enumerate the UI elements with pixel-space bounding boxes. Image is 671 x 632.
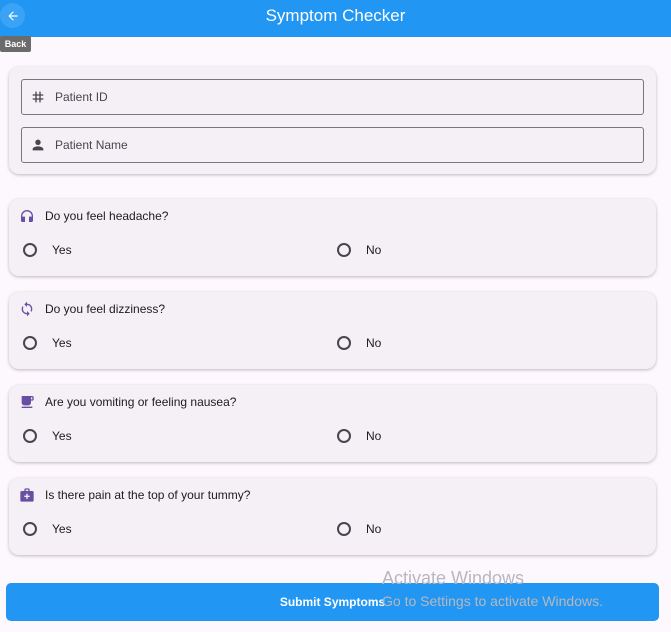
- no-radio[interactable]: [337, 522, 351, 536]
- medical-bag-icon: [19, 487, 35, 503]
- sync-icon: [19, 301, 35, 317]
- question-card-dizziness: Do you feel dizziness? Yes No: [9, 292, 656, 369]
- no-option[interactable]: No: [337, 336, 381, 350]
- patient-info-card: Patient ID Patient Name: [9, 67, 656, 174]
- question-text: Do you feel dizziness?: [45, 302, 166, 316]
- no-radio[interactable]: [337, 336, 351, 350]
- no-label: No: [366, 336, 382, 350]
- yes-option[interactable]: Yes: [23, 243, 72, 257]
- no-option[interactable]: No: [337, 522, 381, 536]
- no-label: No: [366, 243, 382, 257]
- yes-radio[interactable]: [23, 336, 37, 350]
- patient-name-field[interactable]: Patient Name: [21, 127, 644, 163]
- page-title: Symptom Checker: [265, 6, 406, 25]
- headphones-icon: [19, 208, 35, 224]
- yes-radio[interactable]: [23, 522, 37, 536]
- back-tooltip: Back: [0, 36, 31, 52]
- question-text: Is there pain at the top of your tummy?: [45, 488, 251, 502]
- no-radio[interactable]: [337, 243, 351, 257]
- yes-label: Yes: [52, 243, 72, 257]
- app-bar: Symptom Checker: [0, 0, 671, 37]
- patient-id-field[interactable]: Patient ID: [21, 79, 644, 115]
- yes-radio[interactable]: [23, 243, 37, 257]
- yes-option[interactable]: Yes: [23, 429, 72, 443]
- yes-label: Yes: [52, 522, 72, 536]
- yes-label: Yes: [52, 429, 72, 443]
- question-card-headache: Do you feel headache? Yes No: [9, 199, 656, 276]
- no-radio[interactable]: [337, 429, 351, 443]
- hash-icon: [22, 89, 54, 105]
- question-text: Do you feel headache?: [45, 209, 169, 223]
- yes-label: Yes: [52, 336, 72, 350]
- person-icon: [22, 137, 54, 153]
- no-label: No: [366, 429, 382, 443]
- yes-radio[interactable]: [23, 429, 37, 443]
- no-option[interactable]: No: [337, 243, 381, 257]
- question-card-tummy-pain: Is there pain at the top of your tummy? …: [9, 478, 656, 555]
- question-text: Are you vomiting or feeling nausea?: [45, 395, 237, 409]
- no-option[interactable]: No: [337, 429, 381, 443]
- yes-option[interactable]: Yes: [23, 522, 72, 536]
- patient-id-label: Patient ID: [55, 90, 108, 104]
- patient-name-label: Patient Name: [55, 138, 128, 152]
- cup-icon: [19, 394, 35, 410]
- yes-option[interactable]: Yes: [23, 336, 72, 350]
- submit-symptoms-button[interactable]: Submit Symptoms: [6, 583, 659, 621]
- no-label: No: [366, 522, 382, 536]
- question-card-nausea: Are you vomiting or feeling nausea? Yes …: [9, 385, 656, 462]
